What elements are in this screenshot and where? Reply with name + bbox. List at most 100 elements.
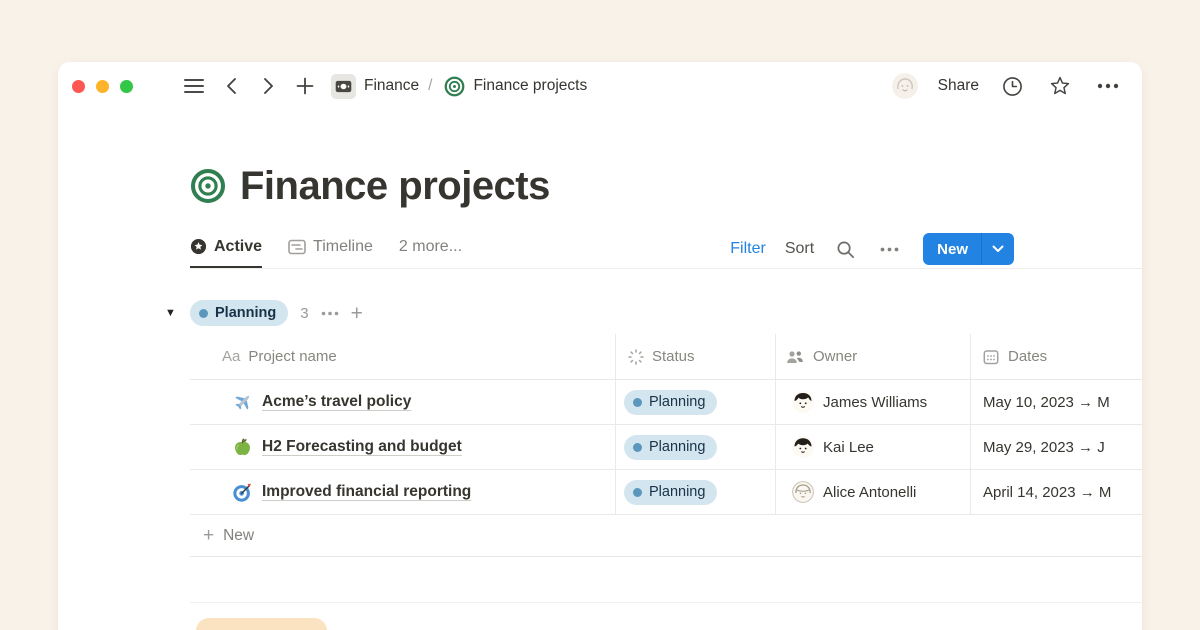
app-window: Finance / Finance projects Share [58,62,1142,630]
dates-cell[interactable]: May 10, 2023 → M [970,380,1142,424]
group-options-button[interactable] [321,311,339,316]
status-pill: Planning [624,480,717,505]
owner-avatar [792,391,814,413]
table-header-row: Aa Project name Status Owner [190,334,1142,380]
target-icon [444,76,465,97]
owner-name: Alice Antonelli [823,484,916,501]
group-status-pill[interactable]: Planning [190,300,288,326]
project-name-cell[interactable]: Improved financial reporting [190,470,615,514]
tab-active[interactable]: Active [190,238,262,268]
green-apple-icon [232,437,253,458]
status-cell[interactable]: Planning [615,380,775,424]
close-window-button[interactable] [72,80,85,93]
tab-timeline[interactable]: Timeline [288,238,373,266]
status-dot-icon [199,309,208,318]
calendar-icon [983,349,999,365]
page-target-icon [190,168,226,204]
chevron-left-icon [224,77,240,95]
dates-cell[interactable]: April 14, 2023 → M [970,470,1142,514]
column-header-project-name[interactable]: Aa Project name [190,334,615,379]
breadcrumb-item-finance-projects[interactable]: Finance projects [473,77,587,95]
status-pill: Planning [624,435,717,460]
ellipsis-icon [321,311,339,316]
back-button[interactable] [221,74,243,98]
project-name-cell[interactable]: H2 Forecasting and budget [190,425,615,469]
chevron-right-icon [260,77,276,95]
ellipsis-icon [880,247,899,252]
search-button[interactable] [833,237,858,262]
window-topbar: Finance / Finance projects Share [58,62,1142,110]
group-name: Planning [215,305,276,321]
column-header-owner[interactable]: Owner [775,334,970,379]
view-switcher: Active Timeline 2 more... Filter Sort [190,235,1014,269]
star-icon [1049,75,1071,97]
add-row-button[interactable]: + New [190,515,1142,556]
next-group-pill[interactable] [196,618,327,630]
project-name-cell[interactable]: Acme’s travel policy [190,380,615,424]
dates-value: April 14, 2023 → M [983,484,1111,501]
favorite-button[interactable] [1046,72,1074,100]
breadcrumb-item-finance[interactable]: Finance [364,77,419,95]
column-label: Dates [1008,348,1047,365]
view-options-button[interactable] [877,244,902,255]
dates-cell[interactable]: May 29, 2023 → J [970,425,1142,469]
star-circle-icon [190,238,207,255]
dart-target-icon [232,482,253,503]
airplane-icon [232,392,253,413]
window-controls [72,80,133,93]
maximize-window-button[interactable] [120,80,133,93]
tab-active-label: Active [214,238,262,256]
new-page-button[interactable] [293,74,317,98]
column-header-status[interactable]: Status [615,334,775,379]
owner-avatar [792,436,814,458]
status-label: Planning [649,484,705,500]
search-icon [836,240,855,259]
burst-icon [628,349,644,365]
new-button[interactable]: New [923,233,1014,265]
status-pill: Planning [624,390,717,415]
clock-icon [1002,76,1023,97]
status-cell[interactable]: Planning [615,425,775,469]
forward-button[interactable] [257,74,279,98]
sidebar-toggle-button[interactable] [181,75,207,97]
chevron-down-icon[interactable] [982,233,1014,265]
tab-timeline-label: Timeline [313,238,373,256]
user-avatar[interactable] [892,73,918,99]
share-button[interactable]: Share [938,77,979,95]
page-header: Finance projects [190,164,1142,208]
section-divider [190,602,1142,603]
project-name-link[interactable]: H2 Forecasting and budget [262,438,462,456]
filter-button[interactable]: Filter [730,240,766,258]
plus-icon [296,77,314,95]
dates-value: May 10, 2023 → M [983,394,1110,411]
tab-more-label: 2 more... [399,238,462,256]
status-dot-icon [633,488,642,497]
history-button[interactable] [999,73,1026,100]
status-label: Planning [649,439,705,455]
group-add-button[interactable]: + [351,303,363,324]
page-title: Finance projects [240,164,550,209]
project-name-link[interactable]: Improved financial reporting [262,483,471,501]
status-dot-icon [633,398,642,407]
owner-cell[interactable]: Alice Antonelli [775,470,970,514]
people-icon [786,350,804,364]
minimize-window-button[interactable] [96,80,109,93]
group-header-planning: ▼ Planning 3 + [190,299,1142,327]
collapse-triangle-icon[interactable]: ▼ [165,307,176,319]
sort-button[interactable]: Sort [785,240,814,258]
group-count: 3 [300,305,308,322]
column-label: Project name [248,348,336,365]
column-header-dates[interactable]: Dates [970,334,1142,379]
new-button-label: New [923,233,981,265]
status-cell[interactable]: Planning [615,470,775,514]
owner-avatar [792,481,814,503]
more-options-button[interactable] [1094,80,1122,92]
owner-cell[interactable]: James Williams [775,380,970,424]
banknote-icon [331,74,356,99]
project-name-link[interactable]: Acme’s travel policy [262,393,411,411]
ellipsis-icon [1097,83,1119,89]
text-property-icon: Aa [222,348,240,365]
tab-more-views[interactable]: 2 more... [399,238,462,266]
plus-icon: + [203,525,214,547]
owner-cell[interactable]: Kai Lee [775,425,970,469]
